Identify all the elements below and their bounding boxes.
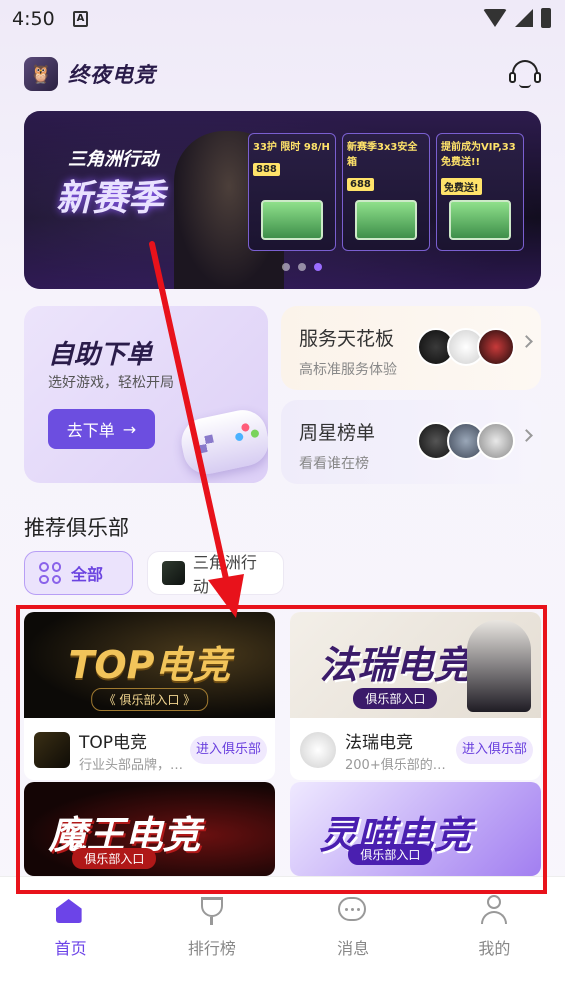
carousel-dot-active[interactable] — [314, 263, 322, 271]
headset-icon[interactable] — [509, 58, 541, 90]
enter-club-button[interactable]: 进入俱乐部 — [455, 736, 533, 764]
banner-season-title: 新赛季 — [56, 178, 165, 219]
home-icon — [55, 899, 82, 923]
chip-label: 全部 — [71, 565, 104, 584]
app-header: 🦉 终夜电竞 — [24, 55, 541, 93]
signal-icon — [515, 9, 533, 27]
app-title: 终夜电竞 — [68, 63, 156, 87]
gamepad-icon — [177, 405, 268, 479]
nav-profile[interactable]: 我的 — [424, 877, 565, 1004]
grid-icon — [39, 562, 61, 584]
nav-home[interactable]: 首页 — [0, 877, 141, 1004]
self-order-card[interactable]: 自助下单 选好游戏，轻松开局 去下单 → — [24, 306, 268, 483]
avatar — [477, 328, 515, 366]
weekly-avatars — [417, 422, 515, 460]
club-banner-image: 法瑞电竞 俱乐部入口 — [290, 612, 541, 718]
nav-label: 我的 — [478, 939, 511, 958]
carousel-dot[interactable] — [282, 263, 290, 271]
nav-label: 消息 — [337, 939, 370, 958]
club-card[interactable]: 法瑞电竞 俱乐部入口 法瑞电竞 200+俱乐部的大… 进入俱乐部 — [290, 612, 541, 780]
club-card[interactable]: 灵喵电竞 俱乐部入口 — [290, 782, 541, 876]
club-name: 法瑞电竞 — [345, 733, 413, 753]
profile-icon — [479, 895, 509, 925]
status-icons — [483, 8, 551, 28]
character-image — [467, 620, 531, 712]
club-banner-image: 灵喵电竞 俱乐部入口 — [290, 782, 541, 876]
service-card[interactable]: 服务天花板 高标准服务体验 — [281, 306, 541, 390]
banner-game-title: 三角洲行动 — [68, 149, 158, 170]
carousel-dots[interactable] — [282, 263, 322, 271]
club-logo — [34, 732, 70, 768]
chip-label: 三角洲行动 — [192, 553, 257, 596]
battery-icon — [541, 8, 551, 28]
nav-label: 首页 — [54, 939, 87, 958]
club-card[interactable]: TOP电竞 《 俱乐部入口 》 TOP电竞 行业头部品牌，… 进入俱乐部 — [24, 612, 275, 780]
club-description: 200+俱乐部的大… — [345, 758, 455, 773]
owl-icon: 🦉 — [24, 57, 58, 91]
nav-ranking[interactable]: 排行榜 — [141, 877, 282, 1004]
avatar — [477, 422, 515, 460]
promo-card: 33护 限时 98/H 888 — [248, 133, 336, 251]
promo-banner[interactable]: 三角洲行动 新赛季 33护 限时 98/H 888 新赛季3x3安全箱 688 … — [24, 111, 541, 289]
place-order-button[interactable]: 去下单 → — [48, 409, 155, 449]
bottom-navigation: 首页 排行榜 消息 我的 — [0, 876, 565, 1004]
club-description: 行业头部品牌，… — [79, 758, 184, 773]
club-banner-image: TOP电竞 《 俱乐部入口 》 — [24, 612, 275, 718]
promo-card: 新赛季3x3安全箱 688 — [342, 133, 430, 251]
promo-card: 提前成为VIP,33免费送!! 免费送! — [436, 133, 524, 251]
trophy-icon — [197, 895, 227, 925]
section-title: 推荐俱乐部 — [24, 516, 129, 540]
club-name: TOP电竞 — [79, 733, 148, 753]
service-avatars — [417, 328, 515, 366]
chip-all[interactable]: 全部 — [24, 551, 133, 595]
nav-label: 排行榜 — [187, 939, 236, 958]
order-card-subtitle: 选好游戏，轻松开局 — [48, 375, 174, 391]
enter-club-button[interactable]: 进入俱乐部 — [189, 736, 267, 764]
message-icon — [338, 895, 368, 925]
wifi-icon — [483, 9, 507, 27]
chip-delta-force[interactable]: 三角洲行动 — [147, 551, 284, 596]
club-logo — [300, 732, 336, 768]
filter-chips: 全部 三角洲行动 — [24, 551, 284, 596]
arrow-right-icon: → — [122, 419, 137, 439]
carousel-dot[interactable] — [298, 263, 306, 271]
place-order-label: 去下单 — [66, 421, 115, 440]
order-card-title: 自助下单 — [48, 340, 153, 370]
weekly-star-card[interactable]: 周星榜单 看看谁在榜 — [281, 400, 541, 484]
status-time: 4:50 — [12, 8, 55, 30]
game-thumbnail — [162, 561, 185, 585]
club-card[interactable]: 魔王电竞 俱乐部入口 — [24, 782, 275, 876]
nav-messages[interactable]: 消息 — [283, 877, 424, 1004]
status-bar: 4:50 A — [0, 0, 565, 40]
notification-icon: A — [73, 11, 88, 27]
club-banner-image: 魔王电竞 俱乐部入口 — [24, 782, 275, 876]
